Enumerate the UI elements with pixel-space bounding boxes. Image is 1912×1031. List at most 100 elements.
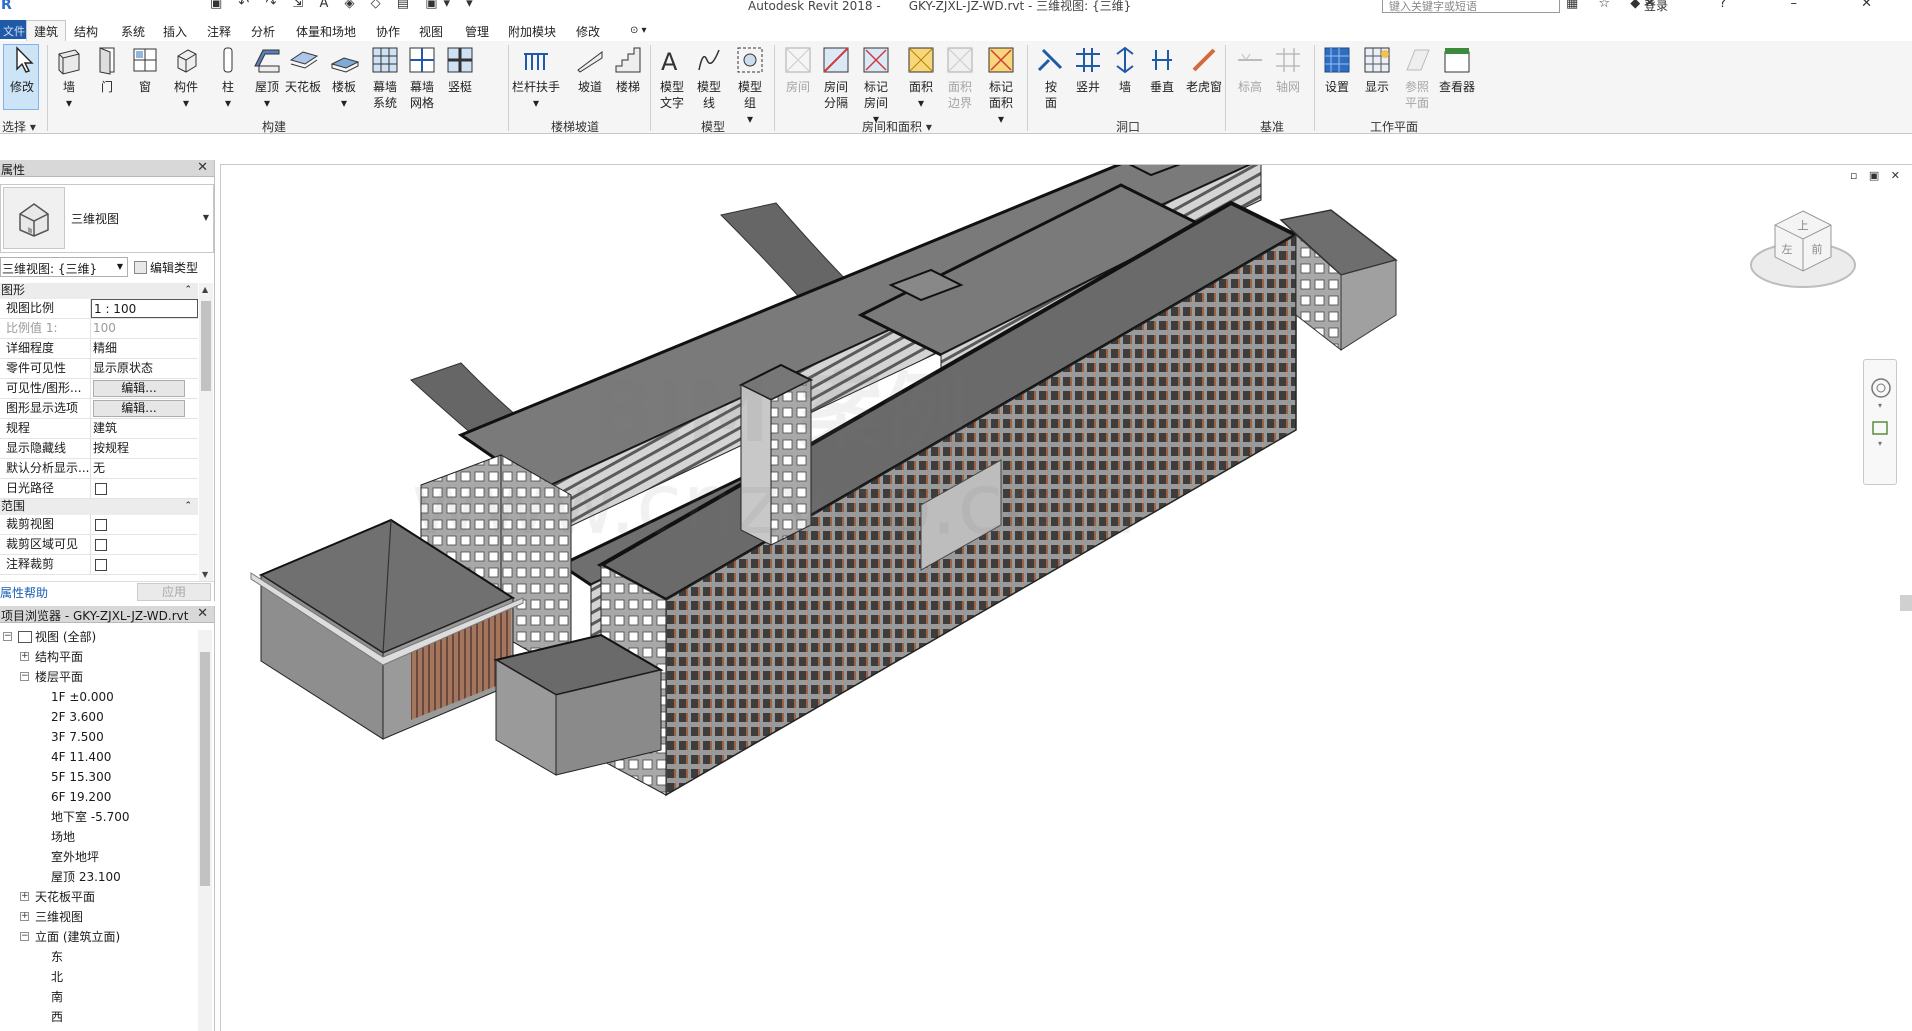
opening-by-face-button[interactable]: 按面: [1035, 44, 1067, 111]
browser-tree-item[interactable]: − 视图 (全部): [0, 627, 196, 647]
close-icon[interactable]: ✕: [197, 160, 208, 175]
set-workplane-button[interactable]: 设置: [1321, 44, 1353, 95]
edit-button[interactable]: 编辑...: [93, 380, 185, 397]
tag-area-button[interactable]: 标记 面积 ▾: [985, 44, 1017, 127]
component-button[interactable]: 构件 ▾: [170, 44, 202, 111]
window-button[interactable]: 窗: [129, 44, 161, 95]
floor-button[interactable]: 楼板 ▾: [328, 44, 360, 111]
mullion-button[interactable]: 竖梃: [444, 44, 476, 95]
collapse-icon[interactable]: ⌃: [184, 283, 192, 298]
curtain-system-button[interactable]: 幕墙 系统: [369, 44, 401, 111]
grid-button[interactable]: 轴网: [1272, 44, 1304, 95]
wall-button[interactable]: 墙 ▾: [53, 44, 85, 111]
property-value[interactable]: 按规程: [91, 439, 198, 458]
building-model-render[interactable]: [221, 165, 1912, 1031]
expand-icon[interactable]: +: [20, 912, 29, 921]
type-selector[interactable]: 三维视图 ▼: [0, 184, 214, 253]
collapse-icon[interactable]: −: [3, 632, 12, 641]
window-controls[interactable]: ✕ ? – ✕: [1644, 0, 1902, 11]
scroll-up-icon[interactable]: ▲: [202, 285, 208, 294]
3d-viewport[interactable]: ▫ ▣ ✕ 上 左 前 ▾ ▾: [220, 164, 1912, 1031]
tab-insert[interactable]: 插入: [163, 23, 187, 40]
browser-tree-item[interactable]: 2F 3.600: [0, 707, 196, 727]
contextual-tab-dropdown-icon[interactable]: ⊙ ▾: [630, 25, 647, 36]
curtain-grid-button[interactable]: 幕墙 网格: [406, 44, 438, 111]
roof-button[interactable]: 屋顶 ▾: [251, 44, 283, 111]
ramp-button[interactable]: 坡道: [574, 44, 606, 95]
close-icon[interactable]: ✕: [197, 606, 208, 621]
tab-analyze[interactable]: 分析: [251, 23, 275, 40]
revit-logo-icon[interactable]: R: [1, 0, 12, 13]
room-area-group-label[interactable]: 房间和面积 ▾: [862, 118, 932, 135]
viewport-scrollbar-thumb[interactable]: [1900, 595, 1912, 611]
edit-type-button[interactable]: 编辑类型: [134, 257, 212, 277]
help-search-input[interactable]: 键入关键字或短语: [1382, 0, 1560, 13]
tag-room-button[interactable]: 标记 房间 ▾: [860, 44, 892, 127]
tab-architecture[interactable]: 建筑: [26, 20, 67, 41]
expand-icon[interactable]: +: [20, 892, 29, 901]
model-group-button[interactable]: 模型组 ▾: [734, 44, 766, 127]
property-section-header[interactable]: 范围 ⌃: [0, 499, 198, 515]
model-text-button[interactable]: A 模型 文字: [656, 44, 688, 111]
room-button[interactable]: 房间: [782, 44, 814, 95]
ceiling-button[interactable]: 天花板: [285, 44, 321, 95]
browser-tree-item[interactable]: 5F 15.300: [0, 767, 196, 787]
property-value[interactable]: 显示原状态: [91, 359, 198, 378]
browser-tree-item[interactable]: 场地: [0, 827, 196, 847]
tab-massing-site[interactable]: 体量和场地: [296, 23, 356, 40]
reference-plane-button[interactable]: 参照 平面: [1401, 44, 1433, 111]
tab-structure[interactable]: 结构: [74, 23, 98, 40]
door-button[interactable]: 门: [91, 44, 123, 95]
browser-tree-item[interactable]: 北: [0, 967, 196, 987]
browser-tree-item[interactable]: 6F 19.200: [0, 787, 196, 807]
viewcube-icon[interactable]: 上 左 前: [1743, 205, 1863, 295]
show-workplane-button[interactable]: 显示: [1361, 44, 1393, 95]
chevron-down-icon[interactable]: ▼: [203, 213, 209, 222]
property-value[interactable]: 1 : 100: [91, 299, 198, 318]
dormer-button[interactable]: 老虎窗: [1186, 44, 1222, 95]
browser-tree-item[interactable]: + 三维视图: [0, 907, 196, 927]
scrollbar-thumb[interactable]: [201, 301, 211, 391]
browser-tree-item[interactable]: − 楼层平面: [0, 667, 196, 687]
area-button[interactable]: 面积 ▾: [905, 44, 937, 111]
infocenter-icons[interactable]: ▦ ☆ ◆: [1566, 0, 1648, 11]
level-button[interactable]: 标高: [1234, 44, 1266, 95]
property-checkbox[interactable]: [95, 539, 107, 551]
edit-button[interactable]: 编辑...: [93, 400, 185, 417]
collapse-icon[interactable]: −: [20, 932, 29, 941]
properties-help-link[interactable]: 属性帮助: [0, 584, 48, 601]
shaft-button[interactable]: 竖井: [1072, 44, 1104, 95]
select-dropdown[interactable]: 选择 ▾: [2, 118, 36, 135]
browser-tree-item[interactable]: 室外地坪: [0, 847, 196, 867]
browser-tree-item[interactable]: + 天花板平面: [0, 887, 196, 907]
room-separator-button[interactable]: 房间 分隔: [820, 44, 852, 111]
column-button[interactable]: 柱 ▾: [212, 44, 244, 111]
browser-tree-item[interactable]: 1F ±0.000: [0, 687, 196, 707]
tab-view[interactable]: 视图: [419, 23, 443, 40]
browser-tree-item[interactable]: 西: [0, 1007, 196, 1027]
browser-tree-item[interactable]: 屋顶 23.100: [0, 867, 196, 887]
properties-scrollbar[interactable]: ▲ ▼: [199, 283, 213, 581]
instance-filter-select[interactable]: 三维视图: {三维} ▼: [0, 257, 128, 277]
browser-tree-item[interactable]: 4F 11.400: [0, 747, 196, 767]
property-checkbox[interactable]: [95, 519, 107, 531]
tab-modify[interactable]: 修改: [576, 23, 600, 40]
browser-tree-item[interactable]: + 结构平面: [0, 647, 196, 667]
file-menu-button[interactable]: 文件: [0, 20, 26, 39]
expand-icon[interactable]: +: [20, 652, 29, 661]
vertical-opening-button[interactable]: 垂直: [1146, 44, 1178, 95]
scrollbar-thumb[interactable]: [200, 652, 210, 886]
workplane-viewer-button[interactable]: 查看器: [1439, 44, 1475, 95]
property-value[interactable]: 精细: [91, 339, 198, 358]
browser-tree-item[interactable]: 地下室 -5.700: [0, 807, 196, 827]
property-checkbox[interactable]: [95, 483, 107, 495]
scroll-down-icon[interactable]: ▼: [202, 570, 208, 579]
browser-tree-item[interactable]: 3F 7.500: [0, 727, 196, 747]
collapse-icon[interactable]: −: [20, 672, 29, 681]
property-value[interactable]: 建筑: [91, 419, 198, 438]
browser-scrollbar[interactable]: [198, 630, 212, 1031]
browser-tree-item[interactable]: − 立面 (建筑立面): [0, 927, 196, 947]
property-value[interactable]: 无: [91, 459, 198, 478]
collapse-icon[interactable]: ⌃: [184, 499, 192, 514]
browser-tree-item[interactable]: 南: [0, 987, 196, 1007]
